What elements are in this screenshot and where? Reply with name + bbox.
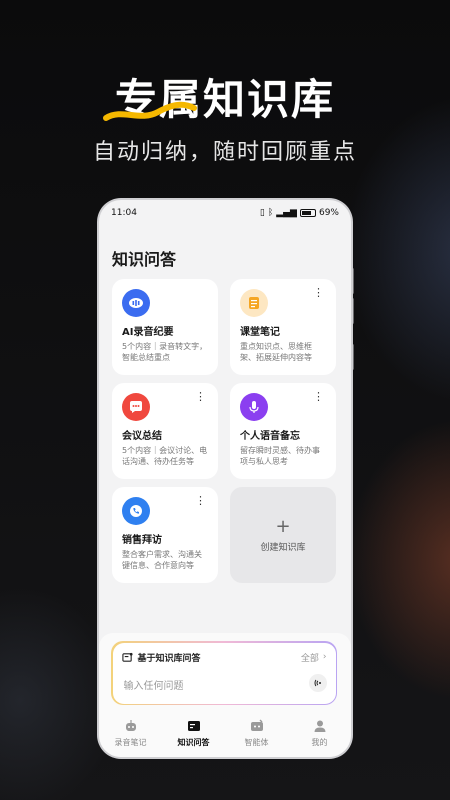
card-title: 课堂笔记	[240, 327, 280, 338]
vibrate-icon: ▯	[259, 208, 265, 218]
page-title: 知识问答	[112, 250, 177, 269]
sound-wave-icon	[314, 679, 321, 686]
status-indicators: ▯ ᛒ ▂▄▆ 69%	[260, 208, 339, 218]
ask-title: 基于知识库问答	[137, 653, 201, 664]
chevron-right-icon: ›	[322, 652, 327, 662]
ask-scope-selector[interactable]: 全部 ›	[301, 651, 327, 664]
card-description: 整合客户需求、沟通关键信息、合作意向等	[122, 550, 202, 570]
phone-volume-down	[351, 298, 354, 324]
card-description: 5个内容｜会议讨论、电话沟通、待办任务等	[122, 446, 208, 466]
kb-card-ai-record[interactable]: AI录音纪要 5个内容｜录音转文字，智能总结重点	[112, 279, 218, 375]
promo-subhead: 自动归纳，随时回顾重点	[92, 140, 357, 165]
tab-recording-notes[interactable]: 录音笔记	[101, 718, 161, 748]
status-bar: 11:04 ▯ ᛒ ▂▄▆ 69%	[99, 200, 351, 226]
kb-card-class-notes[interactable]: ⋮ 课堂笔记 重点知识点、思维框架、拓展延伸内容等	[230, 279, 336, 375]
tab-bar: 录音笔记 知识问答 智能体 我的	[99, 718, 351, 754]
tab-label: 知识问答	[177, 738, 210, 747]
kb-card-meeting-summary[interactable]: ⋮ 会议总结 5个内容｜会议讨论、电话沟通、待办任务等	[112, 383, 218, 479]
tab-label: 我的	[311, 738, 328, 747]
robot-icon	[123, 718, 139, 734]
card-description: 留存瞬时灵感、待办事项与私人思考	[240, 446, 320, 466]
note-icon	[240, 289, 268, 317]
promo-headline: 专属知识库	[114, 75, 335, 124]
phone-screen: 11:04 ▯ ᛒ ▂▄▆ 69% 知识问答 AI录音纪要 5个内容｜录音转文字…	[99, 200, 351, 757]
ask-scope-label: 全部	[300, 653, 319, 664]
more-options-icon[interactable]: ⋮	[195, 391, 206, 402]
plus-icon: +	[275, 515, 291, 537]
battery-icon	[299, 209, 316, 217]
card-title: 销售拜访	[122, 535, 162, 546]
signal-icon: ▂▄▆	[276, 208, 297, 218]
card-title: AI录音纪要	[122, 327, 174, 338]
user-icon	[312, 718, 328, 734]
card-description: 重点知识点、思维框架、拓展延伸内容等	[240, 342, 312, 362]
agent-icon	[249, 718, 265, 734]
tab-me[interactable]: 我的	[290, 718, 350, 748]
headline-swoosh	[103, 101, 197, 121]
create-label: 创建知识库	[260, 542, 306, 553]
more-options-icon[interactable]: ⋮	[313, 391, 324, 402]
card-description: 5个内容｜录音转文字，智能总结重点	[122, 342, 208, 362]
kb-card-voice-memo[interactable]: ⋮ 个人语音备忘 留存瞬时灵感、待办事项与私人思考	[230, 383, 336, 479]
question-input[interactable]: 输入任何问题	[124, 677, 184, 692]
ai-eye-icon	[122, 289, 150, 317]
tab-label: 智能体	[244, 738, 269, 747]
create-knowledge-base-button[interactable]: + 创建知识库	[230, 487, 336, 583]
tab-knowledge-qa[interactable]: 知识问答	[164, 718, 224, 748]
knowledge-icon	[186, 718, 202, 734]
tab-agent[interactable]: 智能体	[227, 718, 287, 748]
chat-bubble-icon	[122, 393, 150, 421]
phone-icon	[122, 497, 150, 525]
phone-volume-up	[351, 268, 354, 294]
ask-box: 基于知识库问答 全部 › 输入任何问题	[111, 641, 337, 705]
microphone-icon	[240, 393, 268, 421]
more-options-icon[interactable]: ⋮	[195, 495, 206, 506]
status-time: 11:04	[111, 208, 137, 218]
battery-level: 69%	[318, 208, 339, 218]
card-title: 个人语音备忘	[240, 431, 300, 442]
card-title: 会议总结	[122, 431, 162, 442]
phone-power-button	[351, 344, 354, 370]
voice-input-button[interactable]	[308, 673, 327, 692]
bluetooth-icon: ᛒ	[267, 208, 274, 218]
tab-label: 录音笔记	[114, 738, 147, 747]
knowledge-chat-icon	[121, 652, 133, 662]
kb-card-sales-visit[interactable]: ⋮ 销售拜访 整合客户需求、沟通关键信息、合作意向等	[112, 487, 218, 583]
more-options-icon[interactable]: ⋮	[313, 287, 324, 298]
